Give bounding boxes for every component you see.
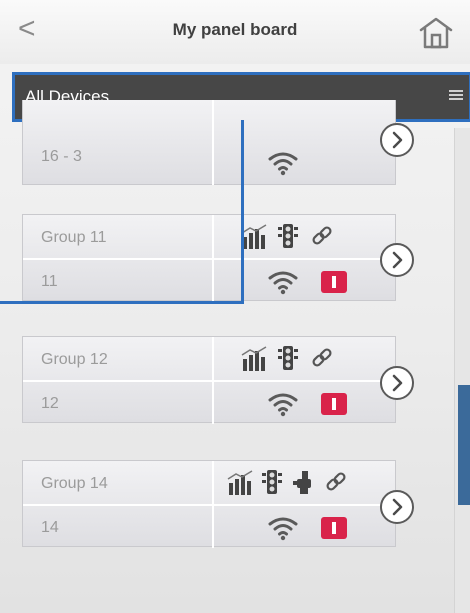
pump-icon (291, 469, 317, 495)
top-bar: < My panel board (0, 0, 470, 64)
divider (212, 215, 214, 302)
wifi-icon (267, 515, 299, 541)
status-icons (241, 223, 335, 249)
traffic-light-icon (275, 345, 301, 371)
device-card[interactable]: 16 - 3 (22, 100, 396, 185)
divider (212, 100, 214, 185)
menu-icon[interactable] (449, 90, 463, 104)
chart-icon (227, 469, 253, 495)
traffic-light-icon (275, 223, 301, 249)
wifi-icon (267, 269, 299, 295)
status-icons (227, 469, 349, 495)
device-id: 11 (41, 273, 58, 290)
divider (23, 504, 397, 506)
alarm-icon (321, 517, 347, 539)
device-card[interactable]: Group 14 14 (22, 460, 397, 548)
scrollbar-thumb[interactable] (458, 385, 470, 505)
divider (212, 337, 214, 424)
divider (23, 258, 397, 260)
device-card[interactable]: Group 11 11 (22, 214, 397, 302)
wifi-icon (267, 391, 299, 417)
wifi-icon (267, 150, 299, 176)
chevron-right-icon[interactable] (380, 243, 414, 277)
device-name: Group 12 (41, 351, 108, 368)
link-icon (309, 223, 335, 249)
divider (212, 461, 214, 548)
device-id: 12 (41, 395, 59, 412)
link-icon (309, 345, 335, 371)
divider (23, 380, 397, 382)
device-card[interactable]: Group 12 12 (22, 336, 397, 424)
device-name: Group 14 (41, 475, 108, 492)
alarm-icon (321, 271, 347, 293)
home-icon[interactable] (417, 16, 455, 50)
device-name: Group 11 (41, 229, 107, 246)
traffic-light-icon (259, 469, 285, 495)
chevron-right-icon[interactable] (380, 490, 414, 524)
chart-icon (241, 345, 267, 371)
chart-icon (241, 223, 267, 249)
device-id: 14 (41, 519, 59, 536)
device-id: 16 - 3 (41, 148, 82, 165)
scrollbar-track[interactable] (454, 128, 470, 613)
status-icons (241, 345, 335, 371)
chevron-right-icon[interactable] (380, 123, 414, 157)
page-title: My panel board (172, 20, 298, 39)
chevron-right-icon[interactable] (380, 366, 414, 400)
link-icon (323, 469, 349, 495)
alarm-icon (321, 393, 347, 415)
